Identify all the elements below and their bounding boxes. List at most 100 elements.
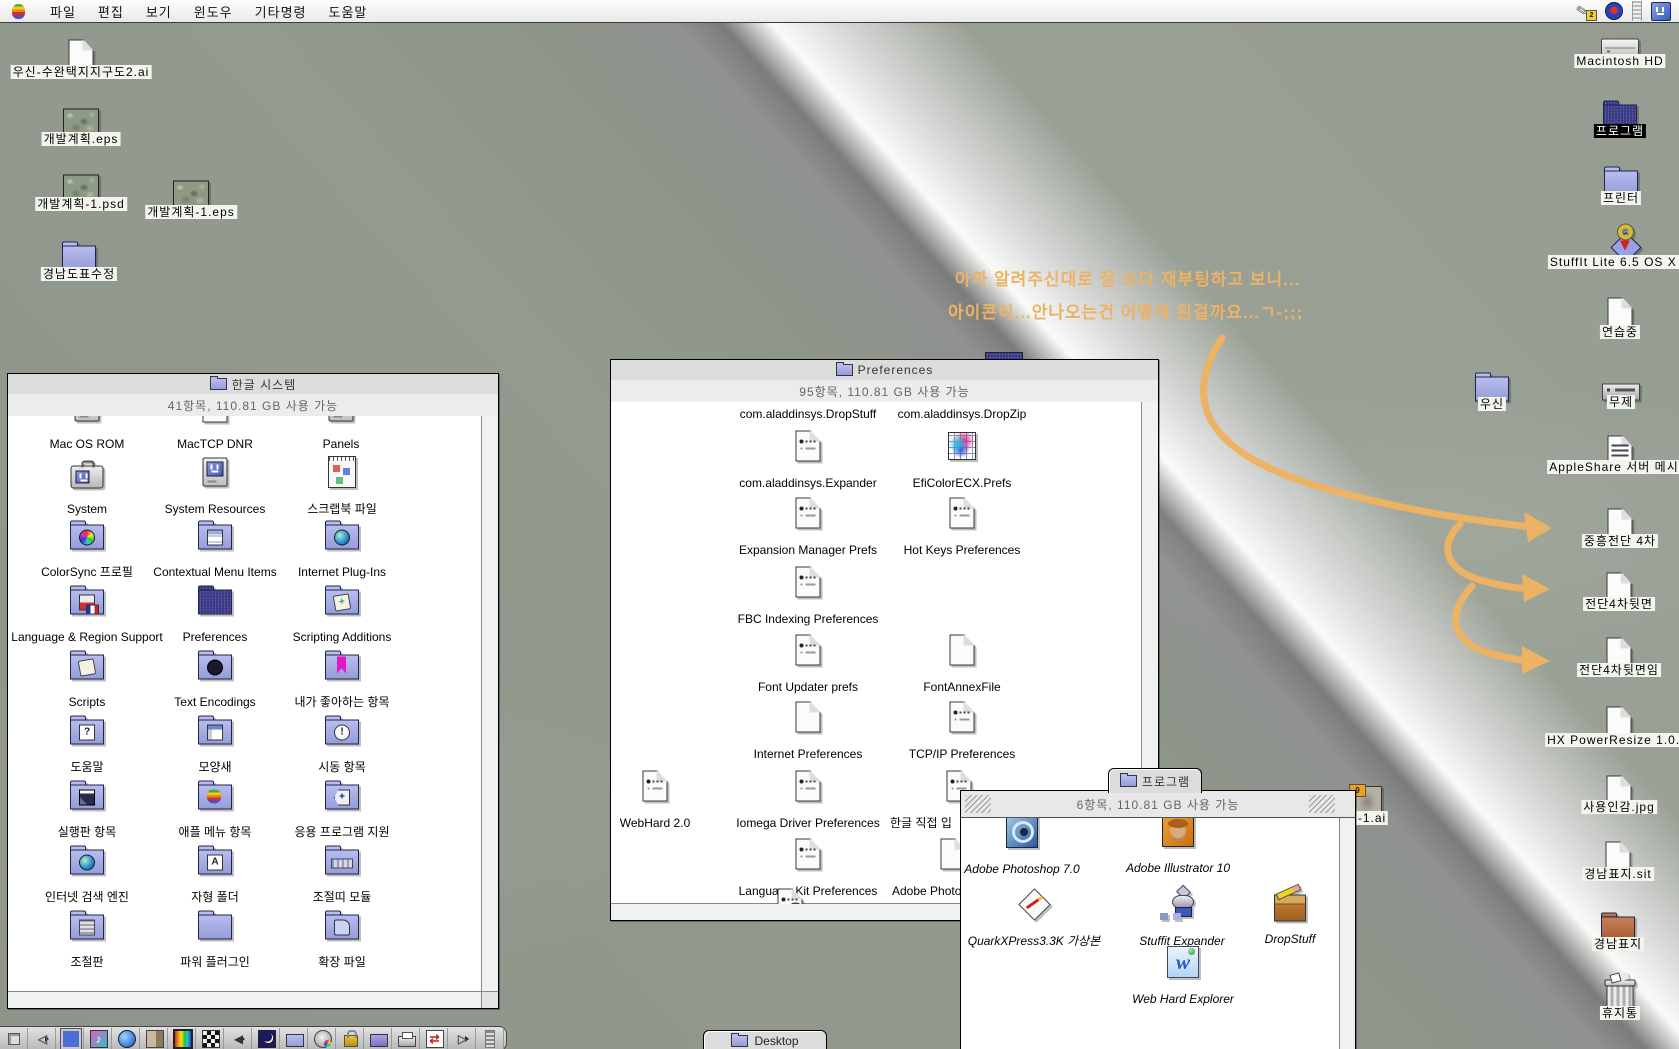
desktop-icon-label[interactable]: 연습중 — [1600, 325, 1640, 339]
file-icon[interactable]: ! — [325, 720, 359, 745]
file-label[interactable]: Language Kit Preferences — [739, 884, 878, 898]
file-label[interactable]: 응용 프로그램 지원 — [295, 825, 390, 839]
file-icon[interactable] — [1274, 895, 1306, 922]
control-strip-module[interactable]: ♪ — [84, 1028, 112, 1049]
desktop-icon-label[interactable]: 프로그램 — [1594, 124, 1646, 138]
file-label[interactable]: 내가 좋아하는 항목 — [295, 695, 390, 709]
file-icon[interactable] — [796, 431, 821, 462]
file-icon[interactable] — [1017, 887, 1051, 921]
file-icon[interactable] — [71, 466, 104, 489]
control-strip-module[interactable] — [140, 1028, 168, 1049]
file-icon[interactable] — [70, 785, 104, 810]
file-icon[interactable] — [1162, 818, 1194, 847]
file-icon[interactable] — [796, 702, 821, 733]
file-label[interactable]: 실행판 항목 — [58, 825, 117, 839]
file-icon[interactable] — [198, 590, 232, 615]
menu-5[interactable]: 기타명령 — [244, 0, 318, 22]
file-label[interactable]: 인터넷 검색 엔진 — [45, 890, 129, 904]
file-icon[interactable]: + — [325, 590, 359, 615]
file-label[interactable]: Adobe Photo — [892, 884, 961, 898]
resize-handle[interactable] — [481, 991, 498, 1008]
control-strip-module[interactable]: ⇄ — [420, 1028, 448, 1049]
desktop-icon-label[interactable]: HX PowerResize 1.0.si — [1545, 733, 1679, 747]
file-icon[interactable]: A — [198, 850, 232, 875]
file-label[interactable]: EfiColorECX.Prefs — [913, 476, 1012, 490]
file-icon[interactable] — [950, 702, 975, 733]
desktop-icon-label[interactable]: 경남표지 — [1592, 937, 1644, 951]
file-label[interactable]: 모양새 — [198, 760, 231, 774]
file-label[interactable]: 파워 플러그인 — [180, 955, 250, 969]
finder-icon[interactable] — [1651, 2, 1671, 21]
file-icon[interactable] — [329, 416, 354, 422]
file-icon[interactable] — [325, 525, 359, 550]
horizontal-scrollbar[interactable] — [8, 991, 482, 1008]
file-icon[interactable] — [70, 850, 104, 875]
file-icon[interactable] — [203, 416, 228, 423]
menu-6[interactable]: 도움말 — [318, 0, 379, 22]
control-strip-module[interactable] — [336, 1028, 364, 1049]
file-icon[interactable] — [1006, 818, 1038, 848]
file-label[interactable]: Adobe Illustrator 10 — [1126, 861, 1230, 875]
file-label[interactable]: 확장 파일 — [318, 955, 366, 969]
desktop-icon-label[interactable]: 전단4차뒷면 — [1583, 597, 1655, 611]
desktop-icon-label[interactable]: 개발계획.eps — [42, 132, 121, 146]
file-label[interactable]: Language & Region Support — [11, 630, 162, 644]
file-label[interactable]: 스크랩북 파일 — [307, 502, 377, 516]
file-icon[interactable] — [950, 498, 975, 529]
file-icon[interactable] — [796, 839, 821, 870]
menu-1[interactable]: 파일 — [39, 0, 87, 22]
menu-3[interactable]: 보기 — [135, 0, 183, 22]
file-label[interactable]: com.aladdinsys.DropZip — [898, 407, 1027, 421]
control-strip-module[interactable] — [252, 1028, 280, 1049]
desktop-icon-label[interactable]: 우신-수완택지지구도2.ai — [11, 65, 152, 79]
file-icon[interactable] — [643, 771, 668, 802]
file-label[interactable]: 애플 메뉴 항목 — [179, 825, 252, 839]
file-icon[interactable] — [325, 850, 359, 875]
file-label[interactable]: Adobe Photoshop 7.0 — [964, 862, 1079, 876]
desktop-icon-label[interactable]: 전단4차뒷면임 — [1577, 663, 1661, 677]
file-icon[interactable] — [203, 458, 228, 487]
vertical-scrollbar[interactable] — [1339, 818, 1355, 1049]
file-label[interactable]: 자형 폴더 — [191, 890, 239, 904]
file-label[interactable]: Text Encodings — [174, 695, 255, 709]
file-label[interactable]: TCP/IP Preferences — [909, 747, 1016, 761]
control-strip-module[interactable] — [308, 1028, 336, 1049]
file-icon[interactable]: + — [325, 785, 359, 810]
file-icon[interactable] — [796, 567, 821, 598]
file-label[interactable]: Panels — [323, 437, 360, 451]
desktop-icon-label[interactable]: 무제 — [1607, 395, 1635, 409]
file-icon[interactable] — [950, 635, 975, 666]
control-strip-module[interactable]: ▷ — [448, 1028, 476, 1049]
desktop-icon-label[interactable]: 개발계획-1.eps — [145, 205, 237, 219]
tab-desktop[interactable]: Desktop — [703, 1030, 827, 1049]
file-label[interactable]: FontAnnexFile — [923, 680, 1000, 694]
file-icon[interactable] — [70, 655, 104, 680]
file-label[interactable]: Font Updater prefs — [758, 680, 858, 694]
file-label[interactable]: 조절판 — [70, 955, 103, 969]
application-menu-icon[interactable] — [1605, 2, 1623, 20]
file-icon[interactable] — [70, 915, 104, 940]
file-label[interactable]: DropStuff — [1265, 932, 1316, 946]
control-strip-module[interactable] — [476, 1028, 504, 1049]
desktop-icon-label[interactable]: 사용인감.jpg — [1581, 800, 1657, 814]
file-label[interactable]: 시동 항목 — [318, 760, 366, 774]
control-strip-module[interactable] — [56, 1028, 84, 1049]
file-label[interactable]: Iomega Driver Preferences — [736, 816, 879, 830]
file-icon[interactable] — [778, 889, 803, 905]
desktop-icon-label[interactable]: Macintosh HD — [1574, 54, 1665, 68]
desktop-icon-label[interactable]: AppleShare 서버 메시지 — [1547, 460, 1679, 474]
file-label[interactable]: ColorSync 프로필 — [41, 565, 133, 579]
file-icon[interactable] — [198, 785, 232, 810]
file-icon[interactable] — [796, 498, 821, 529]
file-icon[interactable] — [1166, 887, 1198, 921]
desktop-icon-label[interactable]: 우신 — [1478, 397, 1506, 411]
desktop-icon-label[interactable]: 개발계획-1.psd — [35, 197, 127, 211]
file-icon[interactable] — [328, 456, 356, 488]
control-strip-module[interactable] — [168, 1028, 196, 1049]
file-icon[interactable] — [198, 720, 232, 745]
desktop-icon-thumb[interactable] — [173, 181, 209, 208]
file-label[interactable]: 한글 직접 입 — [890, 816, 952, 830]
file-label[interactable]: Mac OS ROM — [50, 437, 125, 451]
input-method-pencil-icon[interactable]: ✎ 2 — [1576, 2, 1596, 20]
file-icon[interactable] — [198, 655, 232, 680]
